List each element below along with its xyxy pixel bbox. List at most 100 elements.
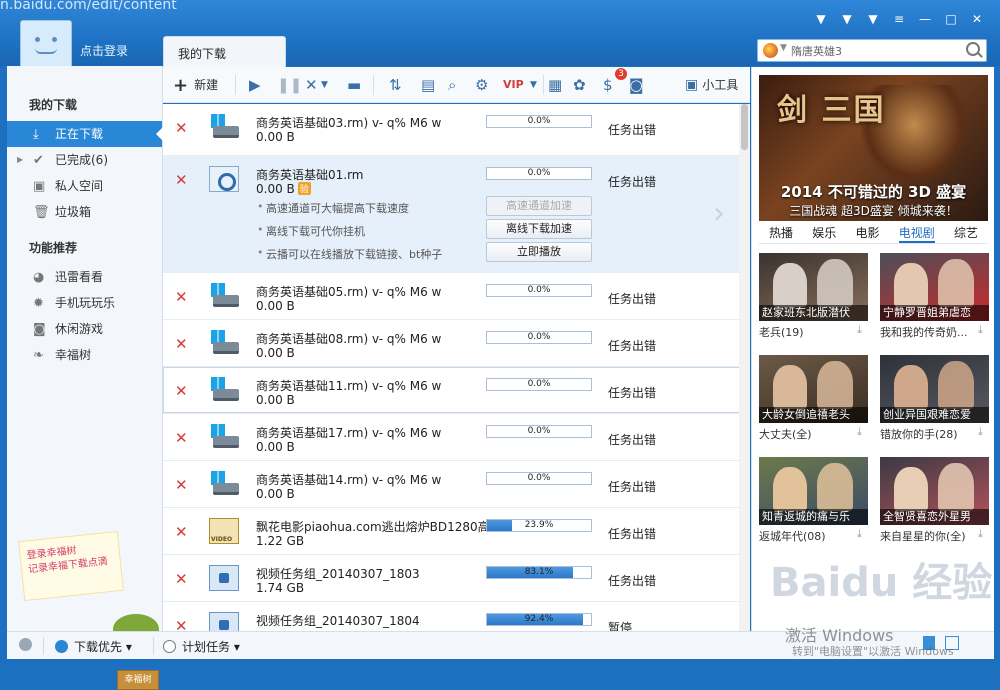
film-reel-icon[interactable]: ✿ <box>573 76 586 94</box>
magnifier-icon[interactable]: ⌕ <box>448 76 456 94</box>
delete-task-icon[interactable]: ✕ <box>175 429 188 447</box>
scheduled-task-button[interactable]: 计划任务 ▾ <box>163 638 240 655</box>
chevron-right-icon[interactable]: › <box>713 196 725 231</box>
chevron-down-icon[interactable]: ▼ <box>530 76 537 94</box>
download-icon[interactable]: ⤓ <box>857 528 868 539</box>
chevron-down-icon[interactable]: ▼ <box>780 43 787 53</box>
delete-task-icon[interactable]: ✕ <box>175 523 188 541</box>
task-row[interactable]: ✕ 商务英语基础01.rm0.00 B验 0.0% 任务出错高速通道可大幅提高下载速度… <box>163 156 750 273</box>
gamepad-icon[interactable]: ◙ <box>629 76 644 94</box>
sidebar-item-downloading[interactable]: ⤓ 正在下载 <box>7 121 163 147</box>
sidebar-item-private[interactable]: ▣ 私人空间 <box>7 173 162 199</box>
high-speed-accelerate-button[interactable]: 高速通道加速 <box>486 196 592 216</box>
video-title[interactable]: 我和我的传奇奶... <box>880 324 972 340</box>
tab-video-category[interactable]: 综艺 <box>954 222 978 243</box>
video-card[interactable]: 知青返城的痛与乐返城年代(08) ⤓ <box>759 457 868 545</box>
skin-2-icon[interactable]: ▼ <box>840 12 854 26</box>
download-icon[interactable]: ⤓ <box>978 528 989 539</box>
task-row[interactable]: ✕ 视频任务组_20140307_1804 92.4% 暂停 <box>163 602 750 631</box>
download-priority-button[interactable]: 下载优先 ▾ <box>55 638 132 655</box>
delete-task-icon[interactable]: ✕ <box>175 171 188 189</box>
video-thumbnail[interactable]: 大龄女倒追禧老头 <box>759 355 868 423</box>
menu-icon[interactable]: ≡ <box>892 12 906 26</box>
video-title[interactable]: 错放你的手(28) <box>880 426 972 442</box>
task-row[interactable]: ✕ 商务英语基础17.rm) v- q% M6 w 0.00 B 0.0% 任务出错 <box>163 414 750 461</box>
task-row[interactable]: ✕ 商务英语基础08.rm) v- q% M6 w 0.00 B 0.0% 任务出错 <box>163 320 750 367</box>
info-icon[interactable]: ▤ <box>421 76 435 94</box>
delete-task-icon[interactable]: ✕ <box>175 288 188 306</box>
coin-icon[interactable]: $ <box>603 76 613 94</box>
delete-task-icon[interactable]: ✕ <box>175 335 188 353</box>
folder-icon[interactable]: ▬ <box>347 76 361 94</box>
video-title[interactable]: 来自星星的你(全) <box>880 528 972 544</box>
delete-task-icon[interactable]: ✕ <box>175 617 188 631</box>
settings-gear-icon[interactable]: ⚙ <box>475 76 488 94</box>
video-card[interactable]: 创业异国艰难恋爱错放你的手(28) ⤓ <box>880 355 989 443</box>
download-icon[interactable]: ⤓ <box>857 324 868 335</box>
tab-video-category[interactable]: 电影 <box>855 222 879 243</box>
video-title[interactable]: 大丈夫(全) <box>759 426 851 442</box>
sidebar-item-games[interactable]: ◙ 休闲游戏 <box>7 316 162 342</box>
offline-accelerate-button[interactable]: 离线下载加速 <box>486 219 592 239</box>
delete-task-icon[interactable]: ✕ <box>175 382 188 400</box>
search-input[interactable] <box>791 42 961 59</box>
minimize-icon[interactable]: — <box>918 12 932 26</box>
task-row[interactable]: ✕ 视频任务组_20140307_1803 1.74 GB 83.1% 任务出错 <box>163 555 750 602</box>
skin-1-icon[interactable]: ▼ <box>814 12 828 26</box>
chevron-down-icon[interactable]: ▼ <box>321 76 328 94</box>
video-thumbnail[interactable]: 全智贤喜恋外星男 <box>880 457 989 525</box>
search-engine-icon[interactable] <box>763 43 778 58</box>
scrollbar-thumb[interactable] <box>741 104 748 150</box>
video-card[interactable]: 全智贤喜恋外星男来自星星的你(全) ⤓ <box>880 457 989 545</box>
maximize-icon[interactable]: □ <box>944 12 958 26</box>
tab-video-category[interactable]: 热播 <box>769 222 793 243</box>
task-row[interactable]: ✕ 商务英语基础03.rm) v- q% M6 w 0.00 B 0.0% 任务出错 <box>163 104 750 156</box>
new-feature-icon[interactable]: ▦ <box>548 76 562 94</box>
video-card[interactable]: 宁静罗晋姐弟虐恋我和我的传奇奶... ⤓ <box>880 253 989 341</box>
download-icon[interactable]: ⤓ <box>978 426 989 437</box>
tab-my-downloads[interactable]: 我的下载 <box>163 36 286 67</box>
task-row[interactable]: ✕ 商务英语基础14.rm) v- q% M6 w 0.00 B 0.0% 任务出错 <box>163 461 750 508</box>
sidebar-item-trash[interactable]: 🗑 垃圾箱 <box>7 199 162 225</box>
start-icon[interactable]: ▶ <box>249 76 261 94</box>
video-card[interactable]: 大龄女倒追禧老头大丈夫(全) ⤓ <box>759 355 868 443</box>
delete-task-icon[interactable]: ✕ <box>175 119 188 137</box>
video-thumbnail[interactable]: 创业异国艰难恋爱 <box>880 355 989 423</box>
video-title[interactable]: 老兵(19) <box>759 324 851 340</box>
tree-label[interactable]: 幸福树 <box>117 670 159 690</box>
delete-icon[interactable]: ✕ <box>305 76 318 94</box>
video-title[interactable]: 返城年代(08) <box>759 528 851 544</box>
new-task-button[interactable]: + 新建 <box>173 76 218 95</box>
sidebar-item-mobile[interactable]: ✹ 手机玩玩乐 <box>7 290 162 316</box>
sort-icon[interactable]: ⇅ <box>389 76 402 94</box>
download-icon[interactable]: ⤓ <box>978 324 989 335</box>
sidebar-item-kankan[interactable]: ◕ 迅雷看看 <box>7 264 162 290</box>
sidebar-item-happy-tree[interactable]: ❧ 幸福树 <box>7 342 162 368</box>
login-link[interactable]: 点击登录 <box>80 42 128 59</box>
search-icon[interactable] <box>966 42 980 56</box>
close-icon[interactable]: ✕ <box>970 12 984 26</box>
avatar[interactable] <box>20 20 72 68</box>
video-card[interactable]: 赵家班东北版潜伏老兵(19) ⤓ <box>759 253 868 341</box>
expand-arrow-icon[interactable]: ▶ <box>17 147 23 173</box>
task-row[interactable]: ✕ 商务英语基础11.rm) v- q% M6 w 0.00 B 0.0% 任务出错 <box>163 367 750 414</box>
delete-task-icon[interactable]: ✕ <box>175 476 188 494</box>
vip-icon[interactable]: VIP <box>503 76 524 94</box>
video-thumbnail[interactable]: 宁静罗晋姐弟虐恋 <box>880 253 989 321</box>
task-row[interactable]: ✕ 商务英语基础05.rm) v- q% M6 w 0.00 B 0.0% 任务出错 <box>163 273 750 320</box>
sidebar-item-completed[interactable]: ▶ ✔ 已完成(6) <box>7 147 162 173</box>
speed-icon[interactable] <box>19 638 38 652</box>
delete-task-icon[interactable]: ✕ <box>175 570 188 588</box>
pause-icon[interactable]: ❚❚ <box>277 76 302 94</box>
tab-video-category[interactable]: 电视剧 <box>898 222 935 243</box>
tab-video-category[interactable]: 娱乐 <box>812 222 836 243</box>
task-row[interactable]: ✕ 飘花电影piaohua.com逃出熔炉BD1280高...1.22 GB 23.… <box>163 508 750 555</box>
scrollbar[interactable] <box>739 104 750 631</box>
play-now-button[interactable]: 立即播放 <box>486 242 592 262</box>
video-thumbnail[interactable]: 知青返城的痛与乐 <box>759 457 868 525</box>
video-thumbnail[interactable]: 赵家班东北版潜伏 <box>759 253 868 321</box>
happy-tree-promo[interactable]: 登录幸福树 记录幸福下载点滴 <box>18 530 124 602</box>
download-icon[interactable]: ⤓ <box>857 426 868 437</box>
skin-3-icon[interactable]: ▼ <box>866 12 880 26</box>
tools-button[interactable]: ▣ 小工具 <box>685 76 738 94</box>
